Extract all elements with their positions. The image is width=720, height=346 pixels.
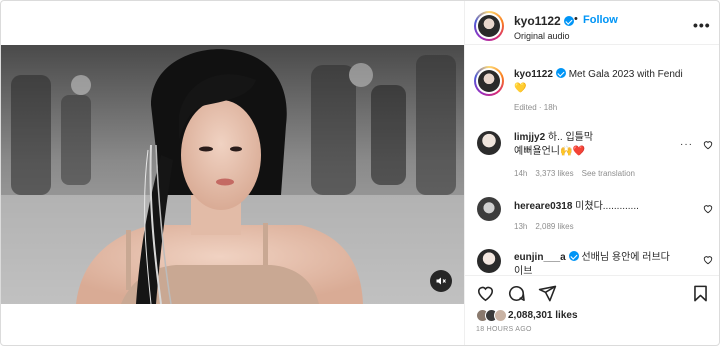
audio-label[interactable]: Original audio [514, 31, 570, 41]
comment-text: 하.. 입틀막 [547, 132, 594, 143]
comment-username[interactable]: limjjy2 [514, 132, 545, 143]
post-header: kyo1122 • Follow Original audio ••• [465, 1, 719, 45]
like-icon[interactable] [476, 284, 495, 303]
commenter-avatar[interactable] [477, 131, 501, 155]
caption-username[interactable]: kyo1122 [514, 69, 553, 80]
verified-badge-icon [563, 16, 574, 26]
share-icon[interactable] [538, 284, 557, 303]
comment-line: eunjin___a 선배님 용안에 러브다 [514, 251, 670, 265]
caption-emoji: 💛 [514, 83, 527, 94]
comment-meta: 14h 3,373 likes See translation [514, 169, 643, 178]
comment-time: 13h [514, 222, 528, 231]
caption-avatar[interactable] [474, 66, 504, 96]
save-bookmark-icon[interactable] [691, 284, 710, 303]
comment-meta: 13h 2,089 likes [514, 222, 582, 231]
like-comment-icon[interactable] [703, 204, 713, 214]
post-dialog: kyo1122 • Follow Original audio ••• kyo1… [0, 0, 720, 346]
author-username[interactable]: kyo1122 [514, 14, 574, 28]
follow-button[interactable]: Follow [583, 14, 618, 26]
post-time-ago[interactable]: 18 HOURS AGO [476, 326, 532, 333]
verified-badge-icon [568, 251, 579, 261]
post-video[interactable] [1, 45, 464, 304]
post-actions: 2,088,301 likes 18 HOURS AGO [465, 275, 719, 345]
comment-likes[interactable]: 3,373 likes [535, 169, 573, 178]
caption-body: Met Gala 2023 with Fendi [568, 69, 683, 80]
comment-text-cont: 이브 [514, 266, 533, 275]
comment-time: 14h [514, 169, 528, 178]
caption-edited: Edited · 18h [514, 103, 558, 112]
comment-line: hereare0318 미쳤다............. [514, 200, 639, 214]
separator-dot: • [574, 13, 578, 25]
comment-username[interactable]: eunjin___a [514, 252, 566, 263]
verified-badge-icon [555, 68, 566, 78]
comments-list[interactable]: kyo1122 Met Gala 2023 with Fendi 💛 Edite… [465, 45, 719, 275]
comment-text: 선배님 용안에 러브다 [581, 252, 670, 263]
mute-button[interactable] [430, 270, 452, 292]
comment-likes[interactable]: 2,089 likes [535, 222, 573, 231]
comment-username[interactable]: hereare0318 [514, 201, 572, 212]
comment-text-cont: 예뻐욜언니🙌❤️ [514, 146, 585, 157]
speaker-muted-icon [436, 277, 446, 285]
like-comment-icon[interactable] [703, 140, 713, 150]
author-avatar[interactable] [474, 11, 504, 41]
like-comment-icon[interactable] [703, 255, 713, 265]
more-options-icon[interactable]: ••• [693, 17, 711, 33]
see-translation-link[interactable]: See translation [582, 169, 635, 178]
comment-options-icon[interactable]: ··· [680, 139, 693, 150]
likes-count[interactable]: 2,088,301 likes [508, 310, 578, 321]
commenter-avatar[interactable] [477, 249, 501, 273]
caption-text: kyo1122 Met Gala 2023 with Fendi [514, 68, 683, 82]
comment-line: limjjy2 하.. 입틀막 [514, 131, 593, 145]
commenter-avatar[interactable] [477, 197, 501, 221]
comment-icon[interactable] [507, 284, 526, 303]
video-frame-image [1, 45, 464, 304]
post-sidebar: kyo1122 • Follow Original audio ••• kyo1… [464, 1, 719, 345]
comment-text: 미쳤다............. [575, 201, 639, 212]
